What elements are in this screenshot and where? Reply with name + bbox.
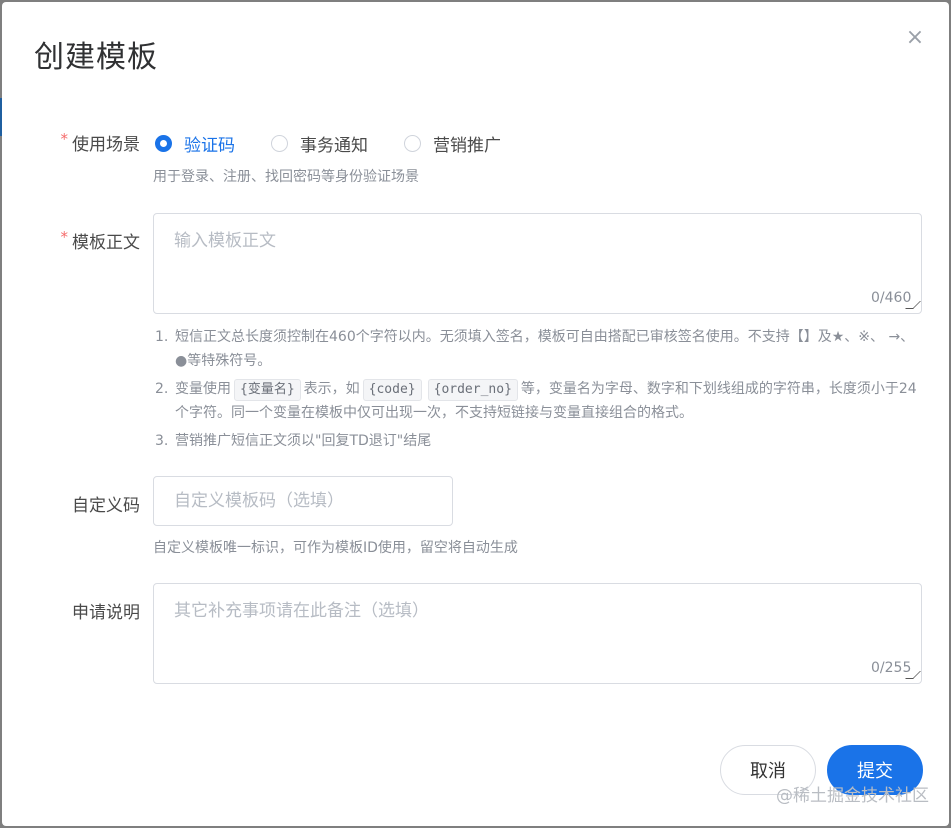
radio-label: 营销推广 [433, 136, 501, 156]
body-counter: 0/460 [871, 290, 912, 306]
note-number: 3. [155, 433, 169, 449]
close-icon[interactable]: × [903, 26, 927, 50]
note-text: 变量使用 {变量名} 表示，如 {code} {order_no} 等，变量名为字母、数字… [175, 377, 925, 425]
note-text-part: 变量使用 [175, 381, 231, 397]
radio-marketing[interactable]: 营销推广 [404, 131, 501, 156]
create-template-dialog: 创建模板 × * 使用场景 验证码 事务通知 营销推广 用于登录、注册、找回密码等… [2, 2, 949, 826]
required-mark: * [60, 130, 69, 148]
custom-code-input[interactable] [153, 476, 453, 526]
radio-label: 事务通知 [300, 136, 368, 156]
code-snippet: {code} [362, 379, 422, 401]
radio-transaction-notice[interactable]: 事务通知 [271, 131, 368, 156]
description-label: 申请说明 [72, 603, 140, 623]
required-mark: * [60, 228, 69, 246]
body-label: * 模板正文 [10, 228, 141, 253]
custom-code-hint: 自定义模板唯一标识，可作为模板ID使用，留空将自动生成 [153, 540, 518, 556]
description-counter: 0/255 [871, 660, 912, 676]
custom-code-label: 自定义码 [72, 496, 140, 516]
scene-radio-group: 验证码 事务通知 营销推广 [155, 131, 537, 156]
note-text-part: 表示，如 [303, 381, 360, 397]
radio-unchecked-icon[interactable] [404, 135, 421, 152]
radio-unchecked-icon[interactable] [271, 135, 288, 152]
scene-label: * 使用场景 [10, 130, 141, 155]
radio-label: 验证码 [184, 136, 235, 156]
description-textarea[interactable] [153, 583, 922, 684]
scene-label-text: 使用场景 [72, 135, 140, 155]
note-item: 2. 变量使用 {变量名} 表示，如 {code} {order_no} 等，变量名为字母… [155, 377, 925, 425]
code-snippet: {order_no} [427, 379, 518, 401]
note-number: 2. [155, 381, 169, 397]
body-notes: 1. 短信正文总长度须控制在460个字符以内。无须填入签名，模板可自由搭配已审核… [155, 325, 925, 457]
note-item: 1. 短信正文总长度须控制在460个字符以内。无须填入签名，模板可自由搭配已审核… [155, 325, 925, 373]
note-number: 1. [155, 329, 169, 345]
body-textarea[interactable] [153, 213, 922, 314]
note-text: 营销推广短信正文须以"回复TD退订"结尾 [175, 433, 432, 449]
code-snippet: {变量名} [234, 379, 301, 401]
note-item: 3. 营销推广短信正文须以"回复TD退订"结尾 [155, 429, 925, 453]
dialog-title: 创建模板 [34, 40, 158, 75]
radio-checked-icon[interactable] [155, 135, 172, 152]
note-text: 短信正文总长度须控制在460个字符以内。无须填入签名，模板可自由搭配已审核签名使… [175, 329, 915, 369]
radio-verification-code[interactable]: 验证码 [155, 131, 235, 156]
watermark: @稀土掘金技术社区 [776, 786, 929, 806]
body-label-text: 模板正文 [72, 233, 140, 253]
scene-hint: 用于登录、注册、找回密码等身份验证场景 [153, 169, 419, 185]
